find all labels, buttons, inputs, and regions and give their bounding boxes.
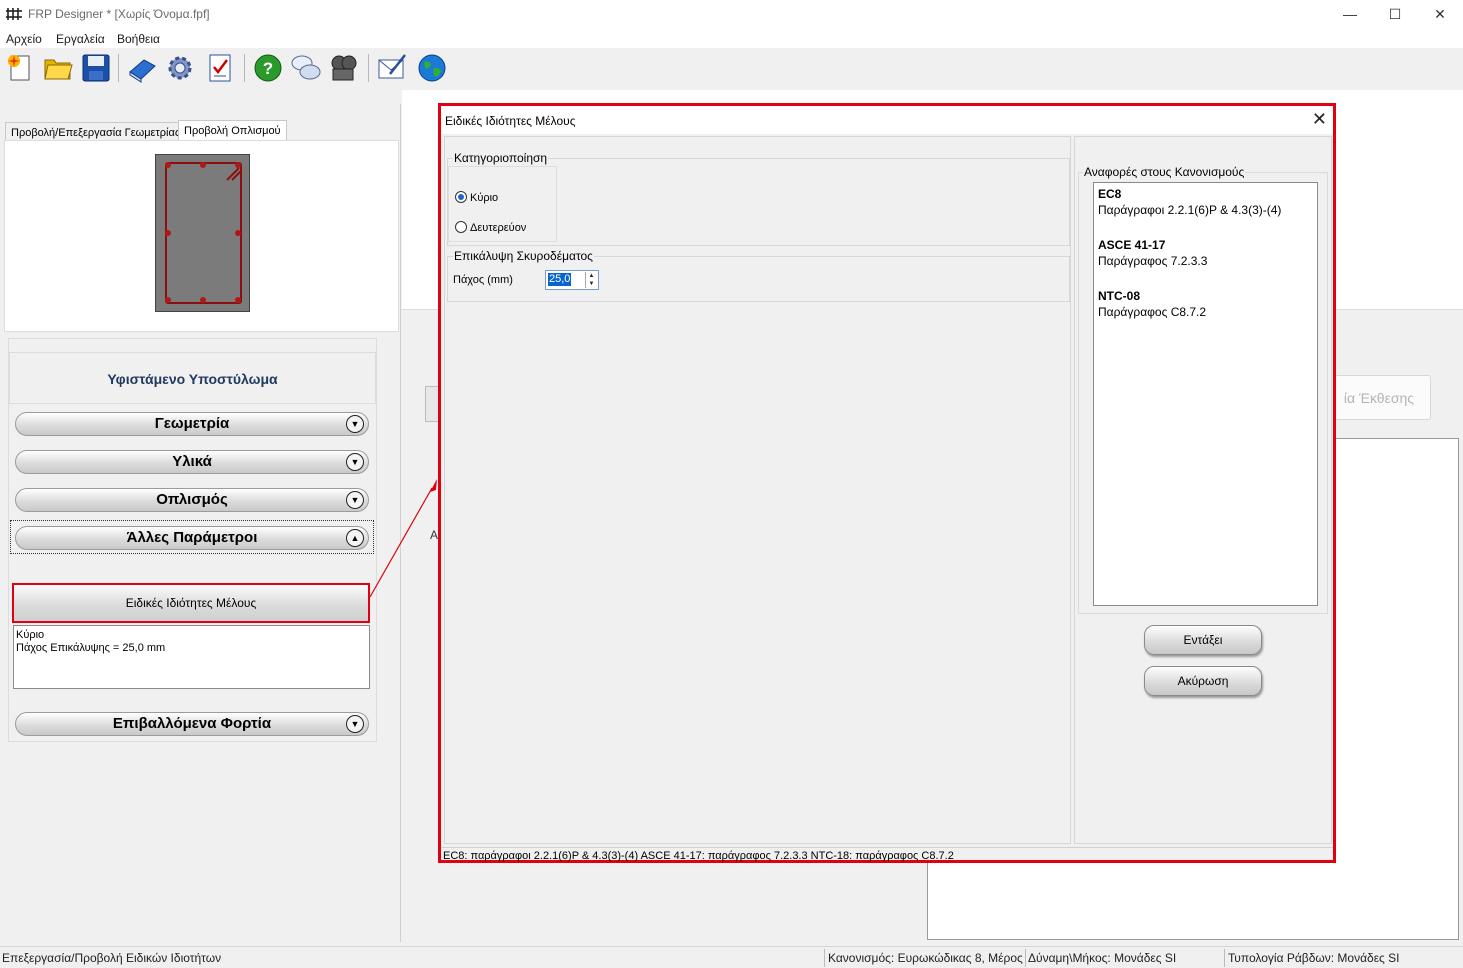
toolbar-separator xyxy=(244,54,245,82)
radio-primary[interactable]: Κύριο xyxy=(455,191,498,204)
email-icon[interactable] xyxy=(376,52,408,84)
rebar xyxy=(165,162,171,168)
close-button[interactable]: ✕ xyxy=(1417,0,1463,30)
reference-code: EC8 xyxy=(1098,187,1122,201)
thickness-label: Πάχος (mm) xyxy=(453,274,513,286)
toolbar-separator xyxy=(368,54,369,82)
status-code: Κανονισμός: Ευρωκώδικας 8, Μέρος xyxy=(828,951,1023,965)
summary-line: Πάχος Επικάλυψης = 25,0 mm xyxy=(16,642,166,654)
special-properties-summary: Κύριο Πάχος Επικάλυψης = 25,0 mm xyxy=(13,625,370,689)
save-icon[interactable] xyxy=(80,52,112,84)
cover-label: Επικάλυψη Σκυροδέματος xyxy=(453,249,594,263)
chevron-down-icon: ▼ xyxy=(346,491,364,509)
chat-icon[interactable] xyxy=(290,52,322,84)
materials-section-label: Υλικά xyxy=(172,453,212,470)
reference-code: NTC-08 xyxy=(1098,289,1141,303)
film-icon[interactable] xyxy=(328,52,360,84)
rebar xyxy=(165,297,171,303)
status-units: Δύναμη\Μήκος: Μονάδες SI xyxy=(1028,951,1177,965)
chevron-down-icon: ▼ xyxy=(346,715,364,733)
thickness-stepper[interactable]: 25,0 ▲ ▼ xyxy=(545,270,599,290)
chevron-down-icon: ▼ xyxy=(346,453,364,471)
globe-icon[interactable] xyxy=(416,52,448,84)
status-separator xyxy=(824,949,825,967)
title-bar: FRP Designer * [Χωρίς Όνομα.fpf] — ☐ ✕ xyxy=(0,0,1463,30)
radio-secondary-label: Δευτερεύον xyxy=(470,222,527,234)
status-action: Επεξεργασία/Προβολή Ειδικών Ιδιοτήτων xyxy=(2,951,222,965)
toolbar: ? xyxy=(0,48,1463,90)
column-section-drawing xyxy=(155,154,250,312)
radio-unselected-icon xyxy=(455,221,467,233)
new-file-icon[interactable] xyxy=(4,52,36,84)
toolbar-separator xyxy=(118,54,119,82)
dialog-title: Ειδικές Ιδιότητες Μέλους xyxy=(445,114,576,128)
status-bar: Επεξεργασία/Προβολή Ειδικών Ιδιοτήτων Κα… xyxy=(0,946,1463,968)
materials-section-button[interactable]: Υλικά ▼ xyxy=(15,450,369,474)
status-bar-type: Τυπολογία Ράβδων: Μονάδες SI xyxy=(1228,951,1400,965)
radio-secondary[interactable]: Δευτερεύον xyxy=(455,221,526,234)
other-parameters-section-label: Άλλες Παράμετροι xyxy=(126,529,258,546)
menu-file[interactable]: Αρχείο xyxy=(6,32,42,46)
status-separator xyxy=(1025,949,1026,967)
app-icon xyxy=(6,6,24,27)
dialog-status-bar: EC8: παράγραφοι 2.2.1(6)P & 4.3(3)-(4) A… xyxy=(441,847,1333,863)
rebar xyxy=(235,230,241,236)
reference-text: Παράγραφος 7.2.3.3 xyxy=(1098,254,1208,268)
maximize-button[interactable]: ☐ xyxy=(1372,0,1418,30)
radio-primary-label: Κύριο xyxy=(470,192,499,204)
minimize-button[interactable]: — xyxy=(1327,0,1373,30)
loads-section-label: Επιβαλλόμενα Φορτία xyxy=(112,715,272,732)
dialog-close-icon[interactable]: ✕ xyxy=(1312,109,1327,129)
spin-arrows-icon[interactable]: ▲ ▼ xyxy=(585,272,597,288)
open-folder-icon[interactable] xyxy=(42,52,74,84)
help-icon[interactable]: ? xyxy=(252,52,284,84)
svg-text:?: ? xyxy=(263,59,273,78)
reference-code: ASCE 41-17 xyxy=(1098,238,1166,252)
chevron-up-icon: ▲ xyxy=(346,529,364,547)
summary-line: Κύριο xyxy=(16,629,45,641)
rebar xyxy=(235,297,241,303)
background-label: Α xyxy=(430,528,439,542)
reference-text: Παράγραφοι 2.2.1(6)P & 4.3(3)-(4) xyxy=(1098,203,1282,217)
reinforcement-section-button[interactable]: Οπλισμός ▼ xyxy=(15,488,369,512)
stirrup-hook xyxy=(226,167,242,181)
tab-geometry[interactable]: Προβολή/Επεξεργασία Γεωμετρίας xyxy=(5,122,187,140)
rebar xyxy=(165,230,171,236)
menu-bar: Αρχείο Εργαλεία Βοήθεια xyxy=(0,30,1463,48)
chevron-down-icon: ▼ xyxy=(346,415,364,433)
cancel-button[interactable]: Ακύρωση xyxy=(1144,666,1262,696)
thickness-value: 25,0 xyxy=(548,273,572,286)
window-title: FRP Designer * [Χωρίς Όνομα.fpf] xyxy=(28,7,210,21)
geometry-section-label: Γεωμετρία xyxy=(154,415,230,432)
classification-label: Κατηγοριοποίηση xyxy=(453,151,549,165)
reinforcement-section-label: Οπλισμός xyxy=(156,491,228,508)
radio-selected-icon xyxy=(455,191,467,203)
reference-text: Παράγραφος C8.7.2 xyxy=(1098,305,1207,319)
rebar xyxy=(200,297,206,303)
classification-options: Κύριο Δευτερεύον xyxy=(448,166,557,242)
dialog-title-bar: Ειδικές Ιδιότητες Μέλους ✕ xyxy=(441,106,1333,134)
other-parameters-section-button[interactable]: Άλλες Παράμετροι ▲ xyxy=(15,526,369,550)
rebar xyxy=(200,162,206,168)
special-properties-dialog: Ειδικές Ιδιότητες Μέλους ✕ Κύριο Δευτερε… xyxy=(438,103,1336,863)
book-icon[interactable] xyxy=(126,52,158,84)
geometry-section-button[interactable]: Γεωμετρία ▼ xyxy=(15,412,369,436)
checklist-icon[interactable] xyxy=(204,52,236,84)
gear-icon[interactable] xyxy=(164,52,196,84)
references-textbox[interactable]: EC8 Παράγραφοι 2.2.1(6)P & 4.3(3)-(4) AS… xyxy=(1093,182,1318,606)
ok-button[interactable]: Εντάξει xyxy=(1144,625,1262,655)
menu-help[interactable]: Βοήθεια xyxy=(117,32,160,46)
menu-tools[interactable]: Εργαλεία xyxy=(56,32,105,46)
loads-section-button[interactable]: Επιβαλλόμενα Φορτία ▼ xyxy=(15,712,369,736)
status-separator xyxy=(1224,949,1225,967)
special-properties-button[interactable]: Ειδικές Ιδιότητες Μέλους xyxy=(12,583,370,623)
tab-reinforcement[interactable]: Προβολή Οπλισμού xyxy=(178,120,287,140)
stirrup-outline xyxy=(165,162,242,304)
element-type-header: Υφιστάμενο Υποστύλωμα xyxy=(9,352,376,404)
references-label: Αναφορές στους Κανονισμούς xyxy=(1083,165,1246,179)
